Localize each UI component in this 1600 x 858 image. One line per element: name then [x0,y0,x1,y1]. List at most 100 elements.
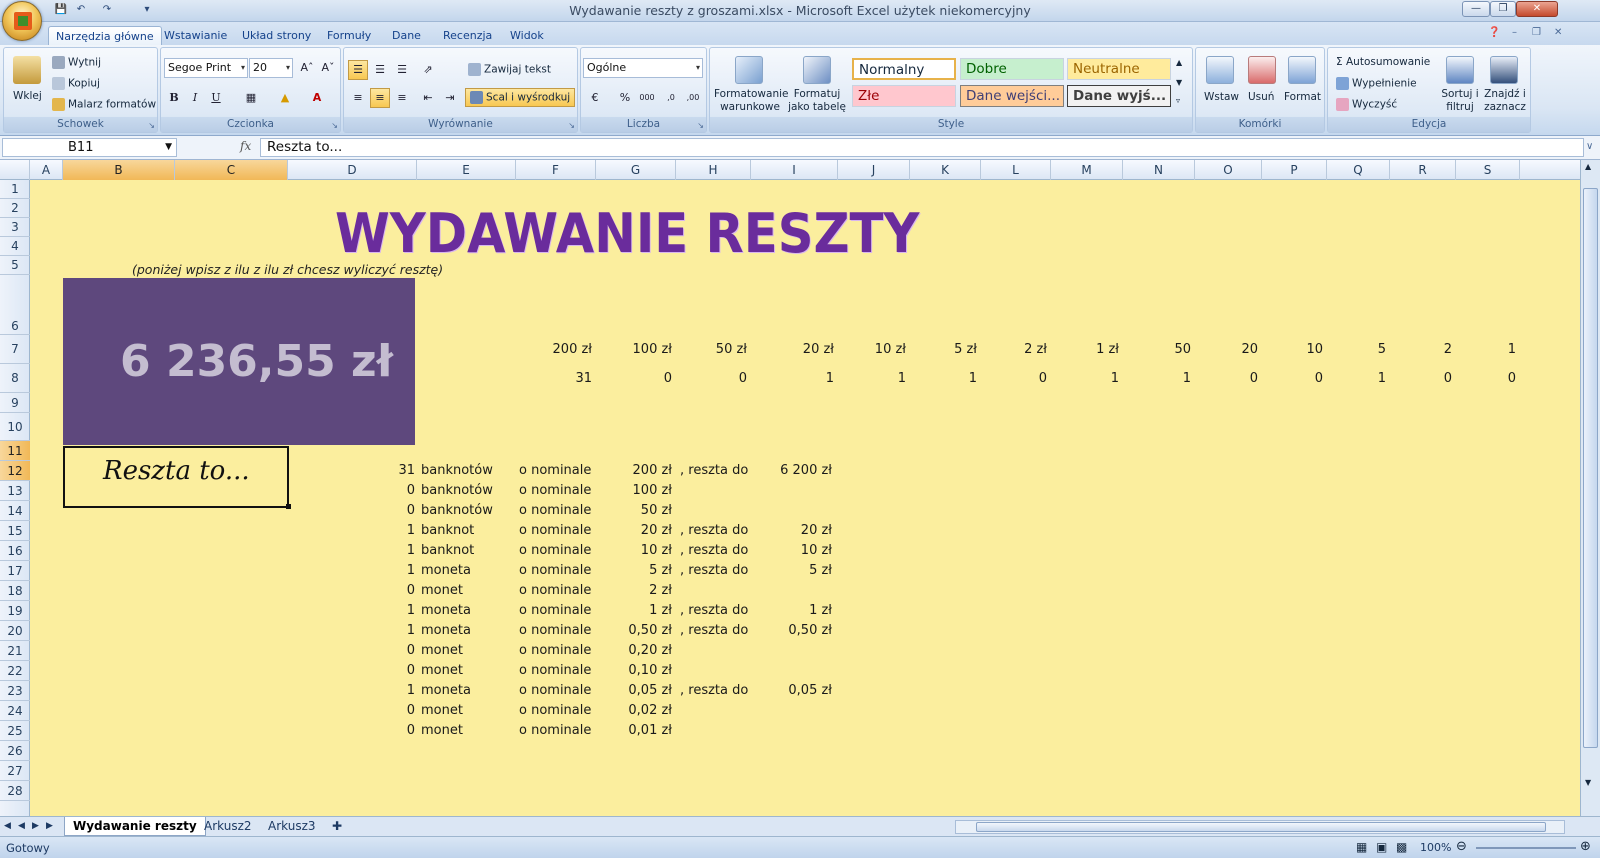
row-header-6[interactable]: 6 [0,275,30,335]
number-format-select[interactable]: Ogólne ▾ [583,58,703,78]
align-center-icon[interactable]: ≡ [370,88,390,108]
normal-view-icon[interactable]: ▦ [1356,840,1367,854]
underline-button[interactable]: U [206,88,226,108]
number-launcher-icon[interactable]: ↘ [697,121,704,130]
page-break-view-icon[interactable]: ▩ [1396,840,1407,854]
tab-formulas[interactable]: Formuły [320,26,378,46]
tab-review[interactable]: Recenzja [436,26,499,46]
styles-scroll-up-icon[interactable]: ▲ [1176,58,1182,67]
styles-more-icon[interactable]: ▿ [1176,96,1180,105]
zoom-in-icon[interactable]: ⊕ [1580,839,1591,854]
page-layout-view-icon[interactable]: ▣ [1376,840,1387,854]
fill-color-icon[interactable]: ▲ [275,88,295,108]
delete-cells-icon[interactable] [1248,56,1276,84]
undo-icon[interactable]: ↶ [74,3,88,17]
row-header-17[interactable]: 17 [0,561,30,581]
vertical-scrollbar[interactable]: ▲ ▼ [1580,160,1600,816]
redo-icon[interactable]: ↷ [100,3,114,17]
formula-input[interactable]: Reszta to... [260,138,1584,157]
sort-filter-button[interactable]: Sortuj i filtruj [1438,88,1482,114]
sheet-tab-wydawanie[interactable]: Wydawanie reszty [64,817,206,836]
tab-view[interactable]: Widok [503,26,551,46]
decrease-indent-icon[interactable]: ⇤ [418,88,438,108]
format-as-table-button[interactable]: Formatuj jako tabelę [784,88,850,114]
row-header-1[interactable]: 1 [0,180,30,199]
name-box[interactable]: B11 ▼ [2,138,177,157]
row-header-10[interactable]: 10 [0,413,30,441]
tab-page-layout[interactable]: Układ strony [235,26,318,46]
percent-button[interactable]: % [615,88,635,108]
row-header-11[interactable]: 11 [0,441,30,461]
office-button[interactable] [2,1,42,41]
insert-function-icon[interactable]: fx [240,139,251,153]
row-header-5[interactable]: 5 [0,256,30,275]
insert-cells-icon[interactable] [1206,56,1234,84]
save-icon[interactable]: 💾 [54,3,68,17]
wrap-text-button[interactable]: Zawijaj tekst [468,63,551,76]
row-header-15[interactable]: 15 [0,521,30,541]
row-header-19[interactable]: 19 [0,601,30,621]
column-header-p[interactable]: P [1262,160,1327,180]
sheet-tab-arkusz2[interactable]: Arkusz2 [196,817,260,836]
horizontal-scroll-thumb[interactable] [976,822,1546,832]
row-header-4[interactable]: 4 [0,237,30,256]
first-sheet-icon[interactable]: ◀ [2,817,13,836]
maximize-button[interactable]: ❐ [1490,1,1516,17]
thousands-button[interactable]: 000 [637,88,657,108]
paste-icon[interactable] [13,56,41,84]
format-as-table-icon[interactable] [803,56,831,84]
row-header-3[interactable]: 3 [0,218,30,237]
merge-center-button[interactable]: Scal i wyśrodkuj [465,88,576,107]
row-header-24[interactable]: 24 [0,701,30,721]
row-header-27[interactable]: 27 [0,761,30,781]
column-header-c[interactable]: C [175,160,288,180]
orientation-icon[interactable]: ⇗ [418,60,438,80]
delete-button[interactable]: Usuń [1248,91,1274,103]
help-icon[interactable]: ❓ [1488,27,1500,38]
row-header-23[interactable]: 23 [0,681,30,701]
column-header-q[interactable]: Q [1327,160,1390,180]
clipboard-launcher-icon[interactable]: ↘ [148,121,155,130]
insert-button[interactable]: Wstaw [1204,91,1239,103]
styles-scroll-down-icon[interactable]: ▼ [1176,78,1182,87]
row-header-28[interactable]: 28 [0,781,30,801]
row-header-13[interactable]: 13 [0,481,30,501]
align-bottom-icon[interactable]: ☰ [392,60,412,80]
row-header-21[interactable]: 21 [0,641,30,661]
font-name-select[interactable]: Segoe Print ▾ [164,58,248,78]
column-header-m[interactable]: M [1051,160,1123,180]
row-header-8[interactable]: 8 [0,364,30,393]
borders-icon[interactable]: ▦ [241,88,261,108]
paste-button[interactable]: Wklej [13,90,42,102]
expand-formula-icon[interactable]: ∨ [1586,141,1593,152]
column-header-e[interactable]: E [417,160,516,180]
prev-sheet-icon[interactable]: ◀ [16,817,27,836]
row-header-2[interactable]: 2 [0,199,30,218]
column-header-d[interactable]: D [288,160,417,180]
row-header-14[interactable]: 14 [0,501,30,521]
column-header-j[interactable]: J [838,160,910,180]
style-normal[interactable]: Normalny [852,58,956,80]
format-button[interactable]: Format [1284,91,1321,103]
column-header-o[interactable]: O [1195,160,1262,180]
tab-insert[interactable]: Wstawianie [157,26,234,46]
sheet-area[interactable]: WYDAWANIE RESZTY (poniżej wpisz z ilu z … [30,180,1580,816]
increase-decimal-icon[interactable]: ,0 [661,88,681,108]
fill-button[interactable]: Wypełnienie [1336,77,1417,90]
zoom-slider[interactable] [1476,847,1576,849]
copy-button[interactable]: Kopiuj [52,77,100,90]
clear-button[interactable]: Wyczyść [1336,98,1397,111]
new-sheet-icon[interactable]: ✚ [324,817,350,836]
align-top-icon[interactable]: ☰ [348,60,368,80]
zoom-out-icon[interactable]: ⊖ [1456,839,1467,854]
scroll-down-icon[interactable]: ▼ [1585,778,1591,787]
format-painter-button[interactable]: Malarz formatów [52,98,156,111]
currency-icon[interactable]: € [585,88,605,108]
decrease-decimal-icon[interactable]: ,00 [683,88,703,108]
style-neutral[interactable]: Neutralne [1067,58,1171,80]
close-button[interactable]: ✕ [1516,1,1558,17]
row-header-26[interactable]: 26 [0,741,30,761]
column-header-b[interactable]: B [63,160,175,180]
column-header-k[interactable]: K [910,160,981,180]
cut-button[interactable]: Wytnij [52,56,101,69]
